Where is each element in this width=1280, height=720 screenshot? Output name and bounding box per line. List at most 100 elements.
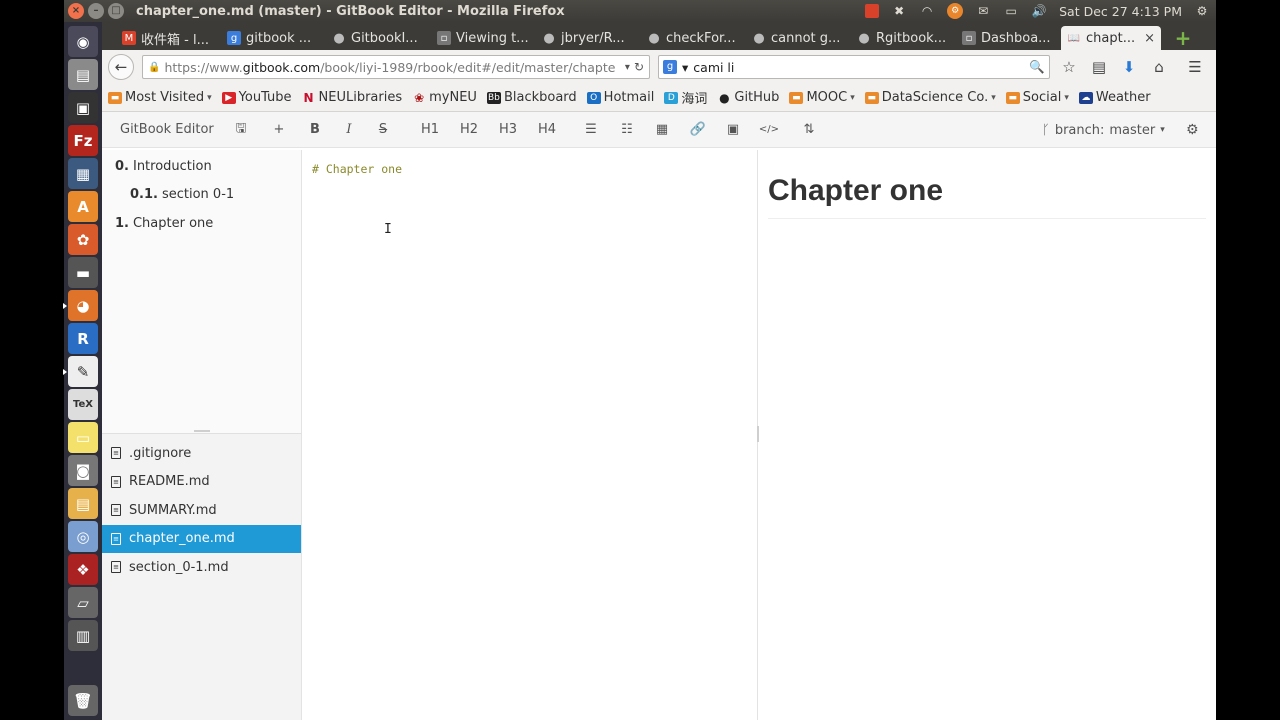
tab-4[interactable]: ● jbryer/R... <box>536 26 641 50</box>
italic-button[interactable]: I <box>332 112 366 148</box>
summary-item[interactable]: 0. Introduction <box>102 152 301 181</box>
file-row[interactable]: ≡ README.md <box>102 468 301 497</box>
maximize-window-button[interactable]: □ <box>108 3 124 19</box>
book-icon[interactable]: ▥ <box>68 620 98 651</box>
tab-3[interactable]: ▫ Viewing t... <box>431 26 536 50</box>
file-row[interactable]: ≡ SUMMARY.md <box>102 496 301 525</box>
tab-6[interactable]: ● cannot g... <box>746 26 851 50</box>
bookmark-3[interactable]: ❀ myNEU <box>412 90 477 105</box>
downloads-icon[interactable]: ⬇ <box>1118 56 1140 78</box>
remote-desktop-icon[interactable]: ▦ <box>68 158 98 189</box>
dropbox-icon[interactable]: ✖ <box>891 4 907 18</box>
disk-icon[interactable]: ◎ <box>68 521 98 552</box>
battery-icon[interactable]: ▭ <box>1003 4 1019 18</box>
record-indicator-icon[interactable] <box>865 4 880 18</box>
new-tab-button[interactable]: + <box>1169 26 1197 50</box>
add-icon[interactable]: + <box>260 112 298 148</box>
tab-0[interactable]: M 收件箱 - l... <box>116 26 221 50</box>
tab-2[interactable]: ● GitbookI... <box>326 26 431 50</box>
numbered-list-icon[interactable]: ☷ <box>610 112 644 148</box>
sticky-notes-icon[interactable]: ▭ <box>68 422 98 453</box>
settings-gear-icon[interactable]: ⚙ <box>1186 112 1199 148</box>
terminal-icon[interactable]: ▣ <box>68 92 98 123</box>
close-tab-icon[interactable]: × <box>1144 31 1155 46</box>
update-indicator-icon[interactable]: ⚙ <box>947 3 964 19</box>
url-bar[interactable]: 🔒 https://www.gitbook.com/book/liyi-1989… <box>142 55 650 79</box>
h2-button[interactable]: H2 <box>450 112 488 148</box>
bookmark-6[interactable]: D 海词 <box>664 88 707 107</box>
tab-7[interactable]: ● Rgitbook... <box>851 26 956 50</box>
bookmark-10[interactable]: ▬ Social ▾ <box>1005 90 1069 105</box>
wifi-icon[interactable]: ◠ <box>919 4 935 18</box>
reading-list-icon[interactable]: ▤ <box>1088 56 1110 78</box>
bold-button[interactable]: B <box>298 112 332 148</box>
h3-button[interactable]: H3 <box>488 112 528 148</box>
text-editor-icon[interactable]: ✎ <box>63 356 98 387</box>
tab-1[interactable]: g gitbook ... <box>221 26 326 50</box>
tex-icon[interactable]: TeX <box>68 389 98 420</box>
bookmark-4[interactable]: Bb Blackboard <box>486 90 577 105</box>
trash-icon[interactable]: 🗑 <box>68 685 98 716</box>
tab-5[interactable]: ● checkFor... <box>641 26 746 50</box>
branch-selector[interactable]: ᚴ branch: master ▾ <box>1042 112 1165 148</box>
file-row[interactable]: ≡ .gitignore <box>102 439 301 468</box>
bookmark-5[interactable]: O Hotmail <box>586 90 654 105</box>
table-icon[interactable]: ▦ <box>644 112 680 148</box>
save-icon[interactable]: 🖫 <box>222 112 260 148</box>
bookmark-8[interactable]: ▬ MOOC ▾ <box>789 90 855 105</box>
strikethrough-button[interactable]: S <box>366 112 400 148</box>
back-button[interactable]: ← <box>108 54 134 80</box>
bookmark-9[interactable]: ▬ DataScience Co. ▾ <box>864 90 996 105</box>
bookmark-11[interactable]: ☁ Weather <box>1078 90 1151 105</box>
bookmark-2[interactable]: N NEULibraries <box>302 90 403 105</box>
file-row[interactable]: ≡ chapter_one.md <box>102 524 301 553</box>
search-input[interactable]: cami li <box>693 60 1024 75</box>
bookmark-1[interactable]: ▶ YouTube <box>221 90 292 105</box>
file-row[interactable]: ≡ section_0-1.md <box>102 553 301 582</box>
dropdown-arrow-icon[interactable]: ▾ <box>625 62 630 73</box>
app-icon[interactable]: ❖ <box>68 554 98 585</box>
google-engine-icon[interactable]: g <box>663 60 677 74</box>
clock[interactable]: Sat Dec 27 4:13 PM <box>1059 4 1182 19</box>
software-center-icon[interactable]: A <box>68 191 98 222</box>
code-icon[interactable]: </> <box>750 112 788 148</box>
files-icon[interactable]: ▤ <box>68 59 98 90</box>
home-icon[interactable]: ⌂ <box>1148 56 1170 78</box>
filezilla-icon[interactable]: Fz <box>68 125 98 156</box>
close-window-button[interactable]: × <box>68 3 84 19</box>
ubuntu-dash-icon[interactable]: ◉ <box>68 26 98 57</box>
github-icon: ● <box>719 90 730 105</box>
menu-icon[interactable]: ☰ <box>1184 56 1206 78</box>
bookmark-star-icon[interactable]: ☆ <box>1058 56 1080 78</box>
h1-button[interactable]: H1 <box>410 112 450 148</box>
mail-icon[interactable]: ✉ <box>975 4 991 18</box>
link-icon[interactable]: 🔗 <box>680 112 716 148</box>
search-bar[interactable]: g ▾ cami li 🔍 <box>658 55 1050 79</box>
summary-item[interactable]: 1. Chapter one <box>102 209 301 238</box>
panel-resize-handle[interactable] <box>194 430 210 432</box>
bookmark-7[interactable]: ● GitHub <box>717 90 779 105</box>
firefox-icon[interactable]: ◕ <box>63 290 98 321</box>
image-icon[interactable]: ▣ <box>716 112 750 148</box>
settings-icon[interactable]: ✿ <box>68 224 98 255</box>
workspace-icon[interactable]: ▬ <box>68 257 98 288</box>
bullet-list-icon[interactable]: ☰ <box>572 112 610 148</box>
document-viewer-icon[interactable]: ▤ <box>68 488 98 519</box>
r-icon[interactable]: R <box>68 323 98 354</box>
h4-button[interactable]: H4 <box>528 112 566 148</box>
system-gear-icon[interactable]: ⚙ <box>1194 4 1210 18</box>
scanner-icon[interactable]: ▱ <box>68 587 98 618</box>
reload-icon[interactable]: ↻ <box>634 60 644 74</box>
tab-active[interactable]: 📖 chapt... × <box>1061 26 1161 50</box>
minimize-window-button[interactable]: – <box>88 3 104 19</box>
search-icon[interactable]: 🔍 <box>1029 59 1045 75</box>
screenshot-icon[interactable]: ◙ <box>68 455 98 486</box>
sort-icon[interactable]: ⇅ <box>788 112 830 148</box>
engine-dropdown-icon[interactable]: ▾ <box>682 60 688 75</box>
markdown-editor[interactable]: # Chapter one I <box>303 150 758 720</box>
editor-content[interactable]: # Chapter one <box>312 162 402 176</box>
tab-8[interactable]: ▫ Dashboa... <box>956 26 1061 50</box>
volume-icon[interactable]: 🔊 <box>1031 4 1047 18</box>
bookmark-0[interactable]: ▬ Most Visited ▾ <box>108 90 212 105</box>
summary-item[interactable]: 0.1. section 0-1 <box>102 181 301 210</box>
